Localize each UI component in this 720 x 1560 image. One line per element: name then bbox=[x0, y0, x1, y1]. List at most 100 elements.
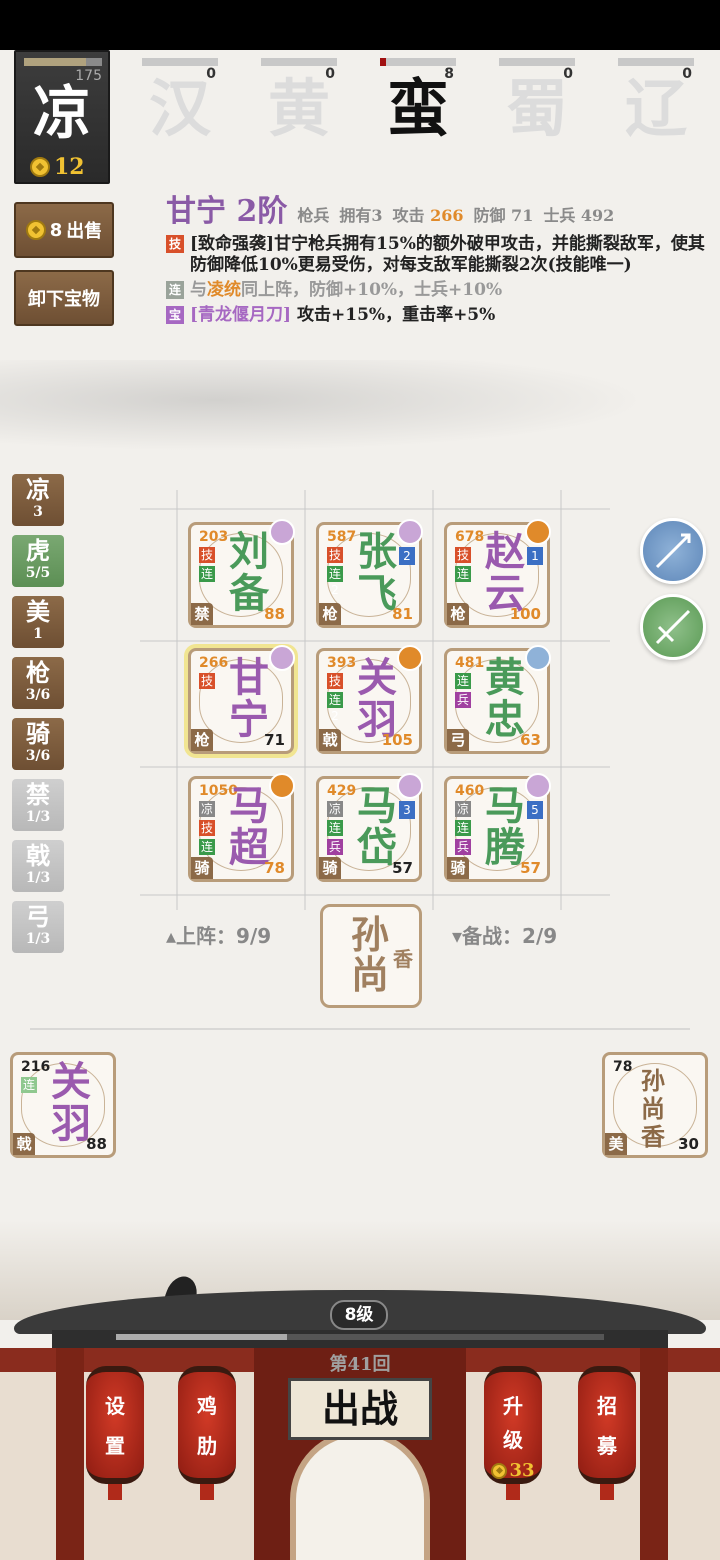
card-def: 71 bbox=[264, 731, 285, 749]
card-tag: 连2 bbox=[327, 692, 343, 723]
faction-tab-huang[interactable]: 0 黄 bbox=[259, 56, 339, 156]
settings-button[interactable]: 设 置 bbox=[86, 1366, 144, 1500]
card-name: 马超 bbox=[219, 785, 279, 869]
card-def: 88 bbox=[86, 1135, 107, 1153]
hero-card[interactable]: 460 凉连兵马腾 5 骑 57 bbox=[444, 773, 551, 882]
faction-tab-shu[interactable]: 0 蜀 bbox=[497, 56, 577, 156]
card-name: 赵云 bbox=[475, 531, 535, 615]
round-label: 第41回 bbox=[329, 1354, 391, 1375]
category-qi[interactable]: 骑 3/6 bbox=[12, 718, 64, 770]
sell-price: 8 bbox=[49, 219, 63, 241]
card-tag: 技 bbox=[327, 547, 343, 563]
hero-card[interactable]: 481 连兵黄忠弓 63 bbox=[444, 645, 551, 754]
link-tag: 连 bbox=[166, 281, 184, 299]
grid-line bbox=[140, 766, 610, 768]
equipment-icon bbox=[525, 519, 551, 545]
category-char: 骑 bbox=[26, 719, 50, 748]
equipment-icon bbox=[525, 773, 551, 799]
card-tags: 技连 bbox=[455, 547, 471, 582]
spear-skill-button[interactable] bbox=[640, 518, 706, 584]
equipment-icon bbox=[269, 645, 295, 671]
sell-button[interactable]: 8 出售 bbox=[14, 202, 114, 258]
coin-icon bbox=[491, 1462, 508, 1479]
recruit-button[interactable]: 招 募 bbox=[578, 1366, 636, 1500]
hero-detail-panel: 甘宁 2阶 枪兵 拥有3 攻击 266 防御 71 士兵 492 技 [致命强袭… bbox=[166, 186, 706, 326]
spear-icon bbox=[655, 533, 691, 569]
upgrade-button[interactable]: 升 级 33 bbox=[484, 1366, 542, 1500]
card-type: 枪 bbox=[319, 603, 341, 625]
status-bar bbox=[0, 0, 720, 50]
card-star-badge: 2 bbox=[399, 547, 415, 565]
unload-treasure-button[interactable]: 卸下宝物 bbox=[14, 270, 114, 326]
go-battle-button[interactable]: 出战 bbox=[288, 1378, 432, 1440]
card-def: 100 bbox=[509, 605, 541, 623]
hero-card[interactable]: 587 技连2 张飞 2 枪 81 bbox=[316, 519, 423, 628]
card-char-2: 尚 bbox=[641, 1094, 665, 1123]
faction-tab-han[interactable]: 0 汉 bbox=[140, 56, 220, 156]
category-count: 1/3 bbox=[25, 870, 51, 886]
faction-tab-liao[interactable]: 0 辽 bbox=[616, 56, 696, 156]
hero-card[interactable]: 1050凉技连2马超骑78 bbox=[188, 773, 295, 882]
card-star-badge: 3 bbox=[399, 801, 415, 819]
hero-card[interactable]: 678 技连赵云 1 枪 100 bbox=[444, 519, 551, 628]
hero-card[interactable]: 203 技连刘备禁 88 bbox=[188, 519, 295, 628]
card-tag: 凉 bbox=[455, 801, 471, 817]
card-tags: 凉连兵 bbox=[327, 801, 343, 855]
faction-tab-name: 蛮 bbox=[386, 72, 449, 145]
faction-tab-man[interactable]: 8 蛮 bbox=[378, 56, 458, 156]
level-progress-bar bbox=[116, 1334, 604, 1340]
card-tags: 凉连兵 bbox=[455, 801, 471, 855]
category-jin[interactable]: 禁 1/3 bbox=[12, 779, 64, 831]
lantern-char-2: 募 bbox=[597, 1434, 617, 1458]
coin-icon bbox=[30, 157, 50, 177]
faction-progress-bar bbox=[24, 58, 102, 66]
card-name: 马腾 bbox=[475, 785, 535, 869]
hero-card[interactable]: 266 技甘宁枪 71 bbox=[188, 645, 295, 754]
hero-type: 枪兵 bbox=[297, 206, 330, 225]
category-qiang[interactable]: 枪 3/6 bbox=[12, 657, 64, 709]
card-tags: 技连 bbox=[199, 547, 215, 582]
bench-card-guanyu[interactable]: 216 连 关羽 戟 88 bbox=[10, 1052, 116, 1158]
category-mei[interactable]: 美1 bbox=[12, 596, 64, 648]
featured-char-1: 孙 bbox=[351, 912, 390, 957]
card-tag: 连 bbox=[455, 820, 471, 836]
card-def: 78 bbox=[264, 859, 285, 877]
featured-char-2: 尚 bbox=[351, 952, 390, 997]
skill-text: [致命强袭]甘宁枪兵拥有15%的额外破甲攻击，并能撕裂敌军，使其防御降低10%更… bbox=[190, 234, 705, 275]
equipment-icon bbox=[269, 773, 295, 799]
category-gong[interactable]: 弓 1/3 bbox=[12, 901, 64, 953]
chicken-rib-button[interactable]: 鸡 肋 bbox=[178, 1366, 236, 1500]
pillar bbox=[56, 1348, 84, 1560]
reserve-count: ▾备战：2/9 bbox=[452, 924, 558, 948]
card-def: 88 bbox=[264, 605, 285, 623]
hero-soldiers: 士兵 492 bbox=[543, 206, 615, 225]
card-tag: 连 bbox=[199, 566, 215, 582]
card-tag: 兵 bbox=[455, 692, 471, 708]
category-char: 弓 bbox=[26, 902, 50, 931]
lantern-char-1: 升 bbox=[503, 1394, 523, 1418]
category-count: 3 bbox=[33, 504, 43, 520]
sword-skill-button[interactable] bbox=[640, 594, 706, 660]
skill-tag: 技 bbox=[166, 235, 184, 253]
featured-char-3: 香 bbox=[393, 947, 413, 971]
lantern-char-2: 级 bbox=[503, 1428, 523, 1452]
card-type: 禁 bbox=[191, 603, 213, 625]
hero-defense: 防御 71 bbox=[473, 206, 534, 225]
card-name: 张飞 bbox=[347, 531, 407, 615]
card-star-badge: 1 bbox=[527, 547, 543, 565]
hero-card[interactable]: 429 凉连兵马岱 3 骑 57 bbox=[316, 773, 423, 882]
bench-card-sunshangxiang[interactable]: 78 孙 尚 香 美 30 bbox=[602, 1052, 708, 1158]
card-tag: 连 bbox=[455, 566, 471, 582]
lantern-char-1: 招 bbox=[597, 1394, 617, 1418]
featured-hero-card[interactable]: 孙 尚 香 bbox=[320, 904, 422, 1008]
gate-arch bbox=[290, 1430, 430, 1560]
category-count: 1/3 bbox=[25, 809, 51, 825]
category-liang[interactable]: 凉3 bbox=[12, 474, 64, 526]
attack-label: 攻击 bbox=[392, 206, 425, 225]
grid-line bbox=[560, 490, 562, 910]
current-faction-panel[interactable]: 175 凉 12 bbox=[14, 50, 110, 184]
card-name: 孙 尚 香 bbox=[641, 1067, 665, 1151]
hero-card[interactable]: 393 技连2 关羽戟 105 bbox=[316, 645, 423, 754]
category-hu[interactable]: 虎 5/5 bbox=[12, 535, 64, 587]
category-ji[interactable]: 戟 1/3 bbox=[12, 840, 64, 892]
